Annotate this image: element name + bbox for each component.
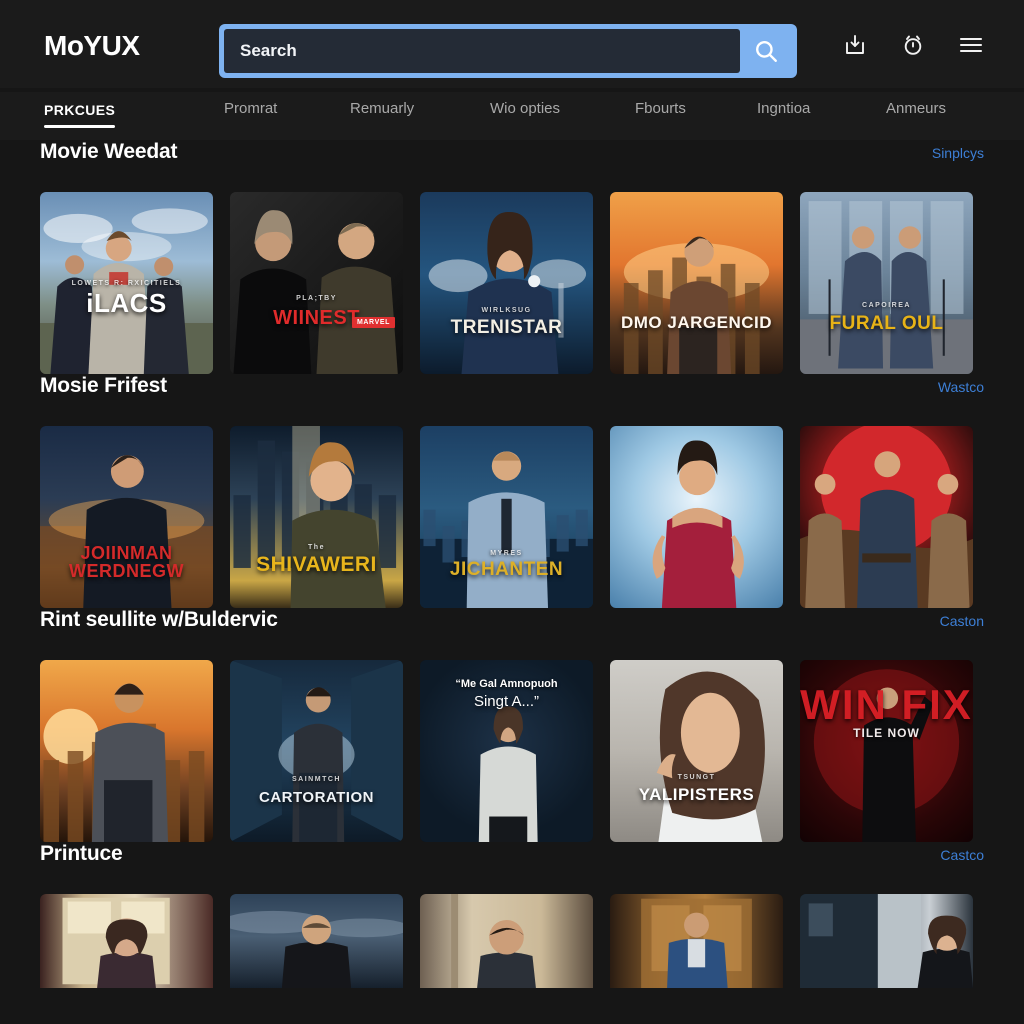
movie-card[interactable]: [610, 894, 783, 988]
app-root: MoYUX Search PRKCUES Promrat Remuarly Wi…: [0, 0, 1024, 1024]
search-icon: [756, 41, 777, 62]
section-header: Mosie Frifest Wastco: [40, 374, 984, 426]
movie-card[interactable]: [230, 894, 403, 988]
movie-card[interactable]: [610, 426, 783, 608]
movie-poster-art: [40, 894, 213, 988]
movie-card[interactable]: [800, 894, 973, 988]
movie-poster-art: [800, 660, 973, 842]
movie-card[interactable]: CAPOIREA FURAL OUL: [800, 192, 973, 374]
movie-card[interactable]: WIRLKSUG TRENISTAR: [420, 192, 593, 374]
movie-poster-art: [230, 192, 403, 374]
movie-card[interactable]: [40, 660, 213, 842]
section-header: Rint seullite w/Buldervic Caston: [40, 608, 984, 660]
hamburger-menu-icon[interactable]: [958, 32, 984, 58]
movie-poster-art: [230, 426, 403, 608]
movie-poster-art: [420, 894, 593, 988]
section-header: Movie Weedat Sinplcys: [40, 140, 984, 192]
movie-poster-art: [420, 192, 593, 374]
movie-poster-art: [40, 660, 213, 842]
section-0: Movie Weedat Sinplcys LOWETS R: RXICITIEL…: [0, 140, 1024, 374]
movie-poster-art: [230, 894, 403, 988]
nav-tab-0[interactable]: PRKCUES: [44, 102, 116, 128]
section-see-all-link[interactable]: Wastco: [938, 379, 984, 395]
movie-poster-art: [610, 894, 783, 988]
brand-logo[interactable]: MoYUX: [44, 32, 140, 60]
movie-poster-art: [800, 426, 973, 608]
movie-card[interactable]: JOIINMAN WERDNEGW: [40, 426, 213, 608]
movie-card[interactable]: The SHIVAWERI: [230, 426, 403, 608]
movie-card[interactable]: PLA;TBY WIINEST MARVEL: [230, 192, 403, 374]
header-icon-group: [842, 32, 984, 58]
section-see-all-link[interactable]: Sinplcys: [932, 145, 984, 161]
card-row: [40, 894, 984, 988]
movie-card[interactable]: MYRES JICHANTEN: [420, 426, 593, 608]
nav-tab-5[interactable]: Ingntioa: [757, 100, 810, 127]
search-button[interactable]: [740, 29, 792, 73]
movie-card[interactable]: “Me Gal Amnopuoh Singt A...”: [420, 660, 593, 842]
card-row: JOIINMAN WERDNEGW The SHIVAWERI MYRES JICH…: [40, 426, 984, 608]
movie-poster-art: [610, 192, 783, 374]
movie-card[interactable]: LOWETS R: RXICITIELS iLACS: [40, 192, 213, 374]
movie-card[interactable]: TILE NOW WIN FIX: [800, 660, 973, 842]
section-1: Mosie Frifest Wastco JOIINMAN WERDNEGW Th…: [0, 374, 1024, 608]
nav-tab-1[interactable]: Promrat: [224, 100, 277, 127]
section-3: Printuce Castco: [0, 842, 1024, 988]
movie-poster-art: [40, 192, 213, 374]
nav-tab-3[interactable]: Wio opties: [490, 100, 560, 127]
movie-poster-art: [610, 660, 783, 842]
nav-tab-4[interactable]: Fbourts: [635, 100, 686, 127]
movie-poster-art: [610, 426, 783, 608]
movie-card[interactable]: SAINMTCH CARTORATION: [230, 660, 403, 842]
movie-card[interactable]: [40, 894, 213, 988]
card-row: SAINMTCH CARTORATION “Me Gal Amnopuoh Sing…: [40, 660, 984, 842]
alarm-clock-icon[interactable]: [900, 32, 926, 58]
section-title: Rint seullite w/Buldervic: [40, 608, 278, 631]
content-area: Movie Weedat Sinplcys LOWETS R: RXICITIEL…: [0, 140, 1024, 988]
section-see-all-link[interactable]: Caston: [940, 613, 984, 629]
search-bar: [219, 24, 797, 78]
section-title: Movie Weedat: [40, 140, 178, 163]
movie-card[interactable]: DMO JARGENCID: [610, 192, 783, 374]
section-2: Rint seullite w/Buldervic Caston SAINMTCH…: [0, 608, 1024, 842]
movie-poster-art: [40, 426, 213, 608]
nav-tab-6[interactable]: Anmeurs: [886, 100, 946, 127]
movie-poster-art: [230, 660, 403, 842]
section-header: Printuce Castco: [40, 842, 984, 894]
download-icon[interactable]: [842, 32, 868, 58]
movie-poster-art: [800, 894, 973, 988]
section-see-all-link[interactable]: Castco: [940, 847, 984, 863]
movie-card[interactable]: TSUNGT YALIPISTERS: [610, 660, 783, 842]
movie-poster-art: [420, 426, 593, 608]
app-header: MoYUX: [0, 0, 1024, 88]
section-title: Mosie Frifest: [40, 374, 167, 397]
section-title: Printuce: [40, 842, 123, 865]
movie-card[interactable]: [800, 426, 973, 608]
movie-poster-art: [420, 660, 593, 842]
search-input[interactable]: [224, 29, 740, 73]
nav-tab-2[interactable]: Remuarly: [350, 100, 414, 127]
marvel-badge: MARVEL: [351, 317, 395, 328]
movie-poster-art: [800, 192, 973, 374]
movie-card[interactable]: [420, 894, 593, 988]
card-row: LOWETS R: RXICITIELS iLACS PLA;TBY WIINEST…: [40, 192, 984, 374]
nav-tabs: PRKCUES Promrat Remuarly Wio opties Fbourts I…: [0, 92, 1024, 140]
